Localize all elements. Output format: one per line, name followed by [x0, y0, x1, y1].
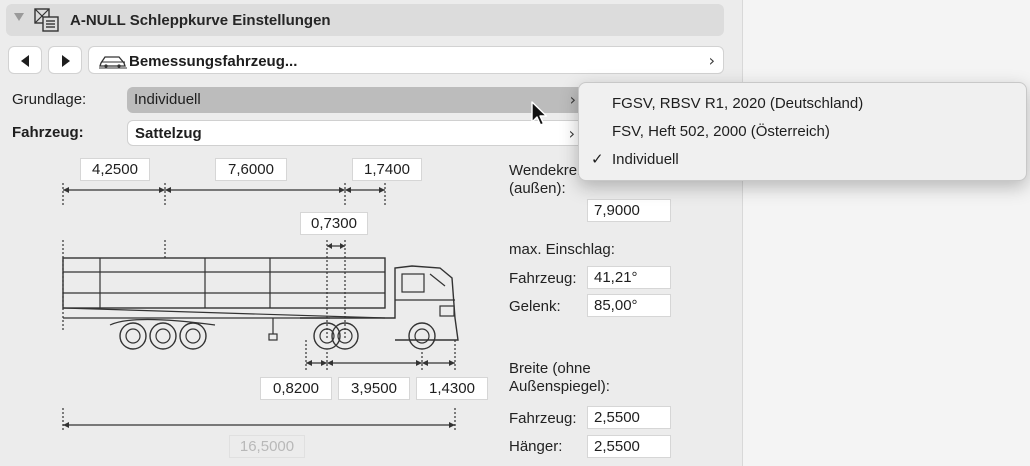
breite-fahrzeug-label: Fahrzeug:: [509, 410, 577, 427]
settings-panel: A-NULL Schleppkurve Einstellungen Bemess…: [0, 0, 742, 466]
breite-label: Breite (ohne Außenspiegel):: [509, 360, 610, 395]
checkmark-icon: ✓: [591, 150, 604, 168]
einschlag-fahrzeug-label: Fahrzeug:: [509, 270, 577, 287]
einschlag-fahrzeug-value[interactable]: 41,21°: [587, 266, 671, 289]
haenger-value[interactable]: 2,5500: [587, 435, 671, 458]
chevron-right-icon: ›: [569, 90, 576, 109]
dim-rear-overhang[interactable]: 1,4300: [416, 377, 488, 400]
dim-trailer-rear[interactable]: 1,7400: [352, 158, 422, 181]
dim-kingpin-offset[interactable]: 0,7300: [300, 212, 368, 235]
einschlag-label: max. Einschlag:: [509, 241, 615, 258]
chevron-right-icon: ›: [708, 51, 715, 70]
dim-front-overhang[interactable]: 0,8200: [260, 377, 332, 400]
empty-canvas-area: [742, 0, 1030, 466]
menu-item-fsv[interactable]: FSV, Heft 502, 2000 (Österreich): [579, 118, 1026, 146]
gelenk-label: Gelenk:: [509, 298, 561, 315]
dim-trailer-axle[interactable]: 7,6000: [215, 158, 287, 181]
dim-wheelbase[interactable]: 3,9500: [338, 377, 410, 400]
dim-total-length: 16,5000: [229, 435, 305, 458]
chevron-right-icon: ›: [568, 124, 575, 143]
gelenk-value[interactable]: 85,00°: [587, 294, 671, 317]
wendekreis-label: Wendekreis (außen):: [509, 162, 588, 197]
menu-item-individuell[interactable]: ✓ Individuell: [579, 146, 1026, 174]
menu-item-fgsv[interactable]: FGSV, RBSV R1, 2020 (Deutschland): [579, 90, 1026, 118]
grundlage-popup-menu: FGSV, RBSV R1, 2020 (Deutschland) FSV, H…: [578, 82, 1027, 181]
mouse-pointer-icon: [531, 101, 548, 126]
dim-trailer-front[interactable]: 4,2500: [80, 158, 150, 181]
wendekreis-value[interactable]: 7,9000: [587, 199, 671, 222]
haenger-label: Hänger:: [509, 438, 563, 455]
breite-fahrzeug-value[interactable]: 2,5500: [587, 406, 671, 429]
